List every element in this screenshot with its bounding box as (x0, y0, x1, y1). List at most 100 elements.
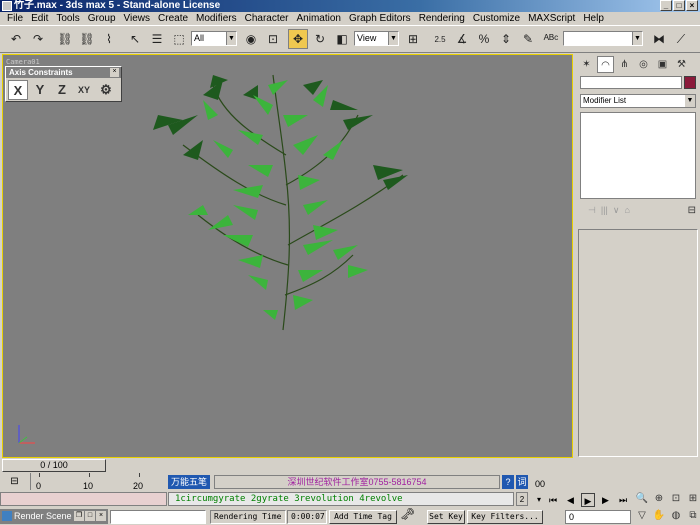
menu-character[interactable]: Character (241, 12, 293, 25)
next-frame-icon[interactable]: ▶ (599, 493, 613, 507)
select-by-name-icon[interactable]: ☰ (147, 29, 167, 49)
motion-tab-icon[interactable]: ◎ (635, 56, 652, 73)
menu-graph-editors[interactable]: Graph Editors (345, 12, 415, 25)
status-prompt-field[interactable] (110, 510, 206, 524)
restrict-xy-button[interactable]: XY (74, 80, 94, 100)
maximize-icon[interactable]: □ (85, 511, 95, 521)
ime-indicator[interactable]: 万能五笔 (168, 475, 210, 489)
restrict-x-button[interactable]: X (8, 80, 28, 100)
time-configuration-icon[interactable]: ▾ (533, 493, 545, 507)
set-key-button[interactable]: Set Key (427, 510, 465, 524)
modify-tab-icon[interactable]: ◠ (597, 56, 614, 73)
track-bar-icon[interactable]: ⊟ (2, 473, 27, 490)
zoom-icon[interactable]: 🔍 (634, 491, 650, 507)
select-and-move-pivot-icon[interactable]: ◉ (241, 29, 261, 49)
camera-viewport[interactable]: Camera01 Axis Constraints × X Y Z XY ⚙ (2, 54, 573, 458)
viewport-label[interactable]: Camera01 (6, 58, 40, 66)
selection-filter-value: All (194, 33, 205, 43)
undo-icon[interactable]: ↶ (6, 29, 26, 49)
pivot-center-icon[interactable]: ⊞ (403, 29, 423, 49)
axis-constraints-close-button[interactable]: × (110, 68, 119, 77)
snap-toggle-icon[interactable]: 2.5 (430, 29, 450, 49)
rotate-icon[interactable]: ↻ (310, 29, 330, 49)
bind-space-warp-icon[interactable]: ⌇ (99, 29, 119, 49)
modifier-stack[interactable] (580, 112, 696, 199)
candidate-page-button[interactable]: 2 (516, 492, 528, 506)
menu-rendering[interactable]: Rendering (415, 12, 469, 25)
window-crossing-icon[interactable]: ⊡ (263, 29, 283, 49)
create-tab-icon[interactable]: ✶ (578, 56, 595, 73)
close-button[interactable]: × (686, 0, 698, 11)
menu-tools[interactable]: Tools (52, 12, 83, 25)
redo-icon[interactable]: ↷ (28, 29, 48, 49)
named-selection-dropdown[interactable]: ▼ (563, 31, 643, 46)
scale-icon[interactable]: ◧ (332, 29, 352, 49)
align-icon[interactable]: ⟋ (671, 29, 691, 49)
angle-snap-icon[interactable]: ∡ (452, 29, 472, 49)
edit-named-selection-icon[interactable]: ✎ (518, 29, 538, 49)
go-to-end-icon[interactable]: ⏭ (616, 493, 630, 507)
orbit-icon[interactable]: ◍ (668, 508, 684, 524)
minimize-button[interactable]: _ (660, 0, 672, 11)
utilities-tab-icon[interactable]: ⚒ (673, 56, 690, 73)
play-icon[interactable]: ▶ (581, 493, 595, 507)
field-of-view-icon[interactable]: ▽ (634, 508, 650, 524)
close-icon[interactable]: × (96, 511, 106, 521)
zoom-extents-icon[interactable]: ⊡ (668, 491, 684, 507)
min-max-toggle-icon[interactable]: ⧉ (685, 508, 700, 524)
select-object-icon[interactable]: ↖ (125, 29, 145, 49)
snap-options-icon[interactable]: ⚙ (96, 80, 116, 100)
menu-group[interactable]: Group (84, 12, 120, 25)
ime-word-button[interactable]: 词 (516, 475, 528, 489)
go-to-start-icon[interactable]: ⏮ (546, 493, 560, 507)
key-mode-icon[interactable]: 🗝 (400, 507, 415, 521)
configure-modifier-sets-icon[interactable]: ⊟ (688, 205, 696, 216)
menu-views[interactable]: Views (120, 12, 155, 25)
display-tab-icon[interactable]: ▣ (654, 56, 671, 73)
select-link-icon[interactable]: ⛓ (55, 29, 75, 49)
restrict-z-button[interactable]: Z (52, 80, 72, 100)
current-frame-field[interactable]: 0 (565, 510, 631, 524)
unlink-icon[interactable]: ⛓ (77, 29, 97, 49)
app-icon (2, 1, 12, 11)
percent-snap-icon[interactable]: % (474, 29, 494, 49)
object-color-swatch[interactable] (684, 76, 696, 89)
menu-file[interactable]: File (3, 12, 27, 25)
move-icon[interactable]: ✥ (288, 29, 308, 49)
selection-filter-dropdown[interactable]: All ▼ (191, 31, 237, 46)
render-scene-window[interactable]: Render Scene ❐ □ × (0, 509, 108, 524)
object-name-field[interactable] (580, 76, 682, 89)
spinner-snap-icon[interactable]: ⇕ (496, 29, 516, 49)
remove-modifier-icon[interactable]: ⌂ (624, 205, 629, 215)
pan-icon[interactable]: ✋ (651, 508, 667, 524)
ime-help-button[interactable]: ? (502, 475, 514, 489)
zoom-all-icon[interactable]: ⊕ (651, 491, 667, 507)
menu-help[interactable]: Help (579, 12, 608, 25)
rect-selection-icon[interactable]: ⬚ (169, 29, 189, 49)
abc-icon[interactable]: ᴬᴮᶜ (541, 29, 561, 49)
pin-stack-icon[interactable]: ⊣ (588, 205, 596, 216)
time-slider[interactable]: 0 / 100 (2, 459, 573, 472)
reference-coordinate-dropdown[interactable]: View ▼ (354, 31, 399, 46)
menu-maxscript[interactable]: MAXScript (524, 12, 579, 25)
menu-modifiers[interactable]: Modifiers (192, 12, 241, 25)
key-filters-button[interactable]: Key Filters... (467, 510, 543, 524)
restrict-y-button[interactable]: Y (30, 80, 50, 100)
make-unique-icon[interactable]: ∨ (613, 205, 620, 216)
ref-coord-value: View (357, 33, 377, 43)
show-end-result-icon[interactable]: ||| (601, 205, 608, 215)
hierarchy-tab-icon[interactable]: ⋔ (616, 56, 633, 73)
add-time-tag-button[interactable]: Add Time Tag (329, 510, 397, 524)
modifier-list-dropdown[interactable]: Modifier List ▼ (580, 94, 696, 108)
maximize-button[interactable]: □ (673, 0, 685, 11)
menu-animation[interactable]: Animation (293, 12, 345, 25)
maxscript-listener[interactable] (0, 492, 167, 506)
zoom-extents-all-icon[interactable]: ⊞ (685, 491, 700, 507)
restore-icon[interactable]: ❐ (74, 511, 84, 521)
menu-customize[interactable]: Customize (469, 12, 524, 25)
time-slider-thumb[interactable]: 0 / 100 (2, 459, 106, 472)
previous-frame-icon[interactable]: ◀ (564, 493, 578, 507)
menu-edit[interactable]: Edit (27, 12, 52, 25)
menu-create[interactable]: Create (154, 12, 192, 25)
mirror-icon[interactable]: ⧓ (649, 29, 669, 49)
